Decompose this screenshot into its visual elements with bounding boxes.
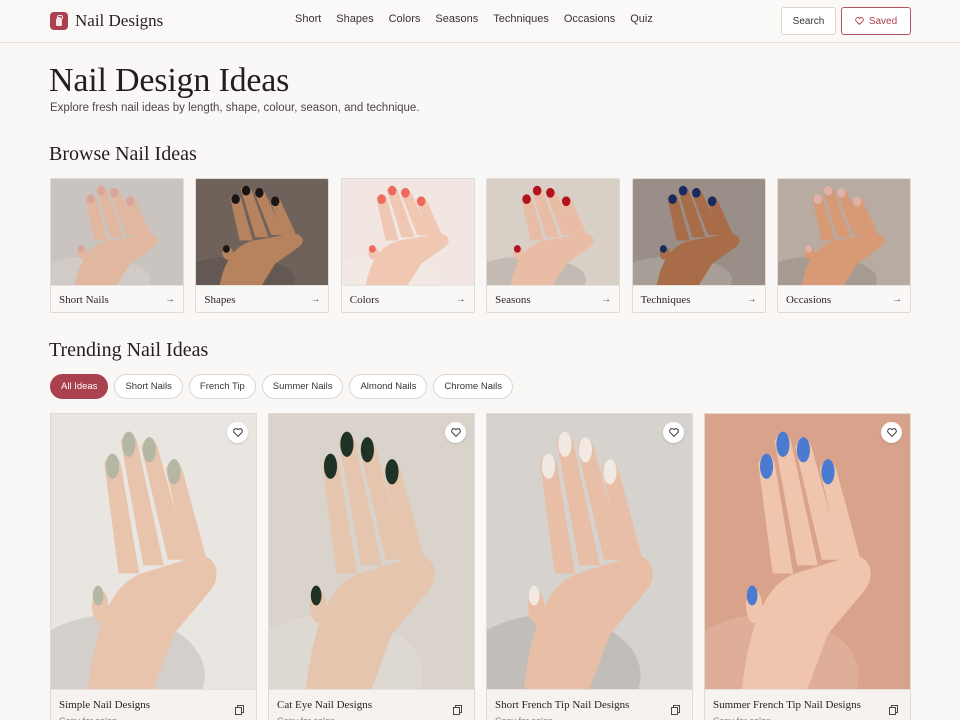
design-card[interactable]: Cat Eye Nail Designs Copy for salon (268, 413, 475, 720)
saved-button[interactable]: Saved (841, 7, 911, 35)
category-card[interactable]: Techniques → (631, 178, 766, 313)
copy-icon[interactable] (671, 702, 680, 720)
category-card[interactable]: Short Nails → (50, 178, 184, 313)
copy-icon[interactable] (453, 702, 462, 720)
category-footer: Seasons → (487, 285, 620, 312)
search-button[interactable]: Search (781, 7, 836, 35)
design-title: Short French Tip Nail Designs (495, 699, 630, 711)
category-label: Short Nails (59, 293, 109, 306)
page-subtitle: Explore fresh nail ideas by length, shap… (50, 102, 420, 114)
heart-icon (855, 17, 864, 25)
nav-link-quiz[interactable]: Quiz (630, 13, 653, 25)
nav-link-seasons[interactable]: Seasons (435, 13, 478, 25)
design-title: Summer French Tip Nail Designs (713, 699, 861, 711)
design-card-body: Cat Eye Nail Designs Copy for salon (269, 689, 474, 720)
browse-section-title: Browse Nail Ideas (49, 143, 197, 165)
save-heart-button[interactable] (445, 422, 466, 443)
nav-link-shapes[interactable]: Shapes (336, 13, 373, 25)
save-heart-button[interactable] (881, 422, 902, 443)
filter-chip[interactable]: Summer Nails (261, 374, 344, 399)
category-label: Shapes (204, 293, 236, 306)
design-card[interactable]: Simple Nail Designs Copy for salon (50, 413, 257, 720)
category-image (51, 179, 183, 285)
design-meta: Copy for salon (713, 716, 902, 720)
arrow-right-icon: → (601, 294, 612, 305)
category-card[interactable]: Occasions → (776, 178, 911, 313)
filter-chip[interactable]: Short Nails (114, 374, 183, 399)
nav-link-occasions[interactable]: Occasions (564, 13, 615, 25)
saved-label: Saved (868, 15, 898, 27)
category-footer: Occasions → (777, 285, 910, 312)
heart-icon (668, 428, 679, 437)
category-card[interactable]: Colors → (340, 178, 475, 313)
design-meta: Copy for salon (277, 716, 466, 720)
category-image (632, 179, 765, 285)
heart-icon (232, 428, 243, 437)
category-image (777, 179, 910, 285)
category-card[interactable]: Seasons → (486, 178, 621, 313)
category-label: Occasions (785, 293, 832, 306)
arrow-right-icon: → (746, 294, 757, 305)
filter-chip[interactable]: Almond Nails (349, 374, 428, 399)
category-footer: Short Nails → (51, 285, 183, 312)
save-heart-button[interactable] (663, 422, 684, 443)
design-title: Cat Eye Nail Designs (277, 699, 373, 711)
nail-polish-icon (50, 12, 68, 30)
filter-chip[interactable]: French Tip (188, 374, 256, 399)
design-image (705, 414, 910, 689)
filter-chip[interactable]: Chrome Nails (433, 374, 513, 399)
arrow-right-icon: → (165, 294, 175, 305)
category-image (196, 179, 329, 285)
brand-name: Nail Designs (75, 11, 164, 30)
design-meta: Copy for salon (495, 716, 684, 720)
nav-link-short[interactable]: Short (295, 13, 321, 25)
nav-link-colors[interactable]: Colors (389, 13, 421, 25)
arrow-right-icon: → (455, 294, 466, 305)
design-card-body: Short French Tip Nail Designs Copy for sa… (487, 689, 692, 720)
copy-icon[interactable] (235, 702, 244, 720)
design-card[interactable]: Short French Tip Nail Designs Copy for sa… (486, 413, 693, 720)
filter-chip[interactable]: All Ideas (50, 374, 109, 399)
heart-icon (450, 428, 461, 437)
design-image (269, 414, 474, 689)
arrow-right-icon: → (891, 294, 902, 305)
brand-logo[interactable]: Nail Designs (50, 11, 163, 31)
category-label: Seasons (495, 293, 531, 306)
design-image (487, 414, 692, 689)
trending-section-title: Trending Nail Ideas (49, 339, 209, 361)
site-header: Nail Designs Short Shapes Colors Seasons… (0, 0, 960, 43)
design-meta: Copy for salon (59, 716, 248, 720)
page-title: Nail Design Ideas (49, 62, 290, 99)
filter-chips: All Ideas Short Nails French Tip Summer Nai… (50, 374, 519, 399)
arrow-right-icon: → (310, 294, 321, 305)
design-card[interactable]: Summer French Tip Nail Designs Copy for s… (704, 413, 911, 720)
design-title: Simple Nail Designs (59, 699, 151, 711)
save-heart-button[interactable] (227, 422, 248, 443)
category-footer: Techniques → (632, 285, 765, 312)
category-image (487, 179, 620, 285)
category-image (341, 179, 474, 285)
heart-icon (886, 428, 897, 437)
main-nav: Short Shapes Colors Seasons Techniques O… (295, 13, 668, 25)
category-footer: Colors → (341, 285, 474, 312)
category-label: Colors (349, 293, 380, 306)
category-card[interactable]: Shapes → (195, 178, 330, 313)
category-grid: Short Nails → Shapes → Colors → Seasons → Techni… (50, 178, 911, 313)
design-image (51, 414, 256, 689)
category-footer: Shapes → (196, 285, 329, 312)
design-card-body: Summer French Tip Nail Designs Copy for s… (705, 689, 910, 720)
design-card-body: Simple Nail Designs Copy for salon (51, 689, 256, 720)
category-label: Techniques (640, 293, 691, 306)
trending-cards: Simple Nail DesignsCopy for salonCat Eye… (50, 413, 911, 720)
copy-icon[interactable] (889, 702, 898, 720)
nav-link-techniques[interactable]: Techniques (493, 13, 549, 25)
